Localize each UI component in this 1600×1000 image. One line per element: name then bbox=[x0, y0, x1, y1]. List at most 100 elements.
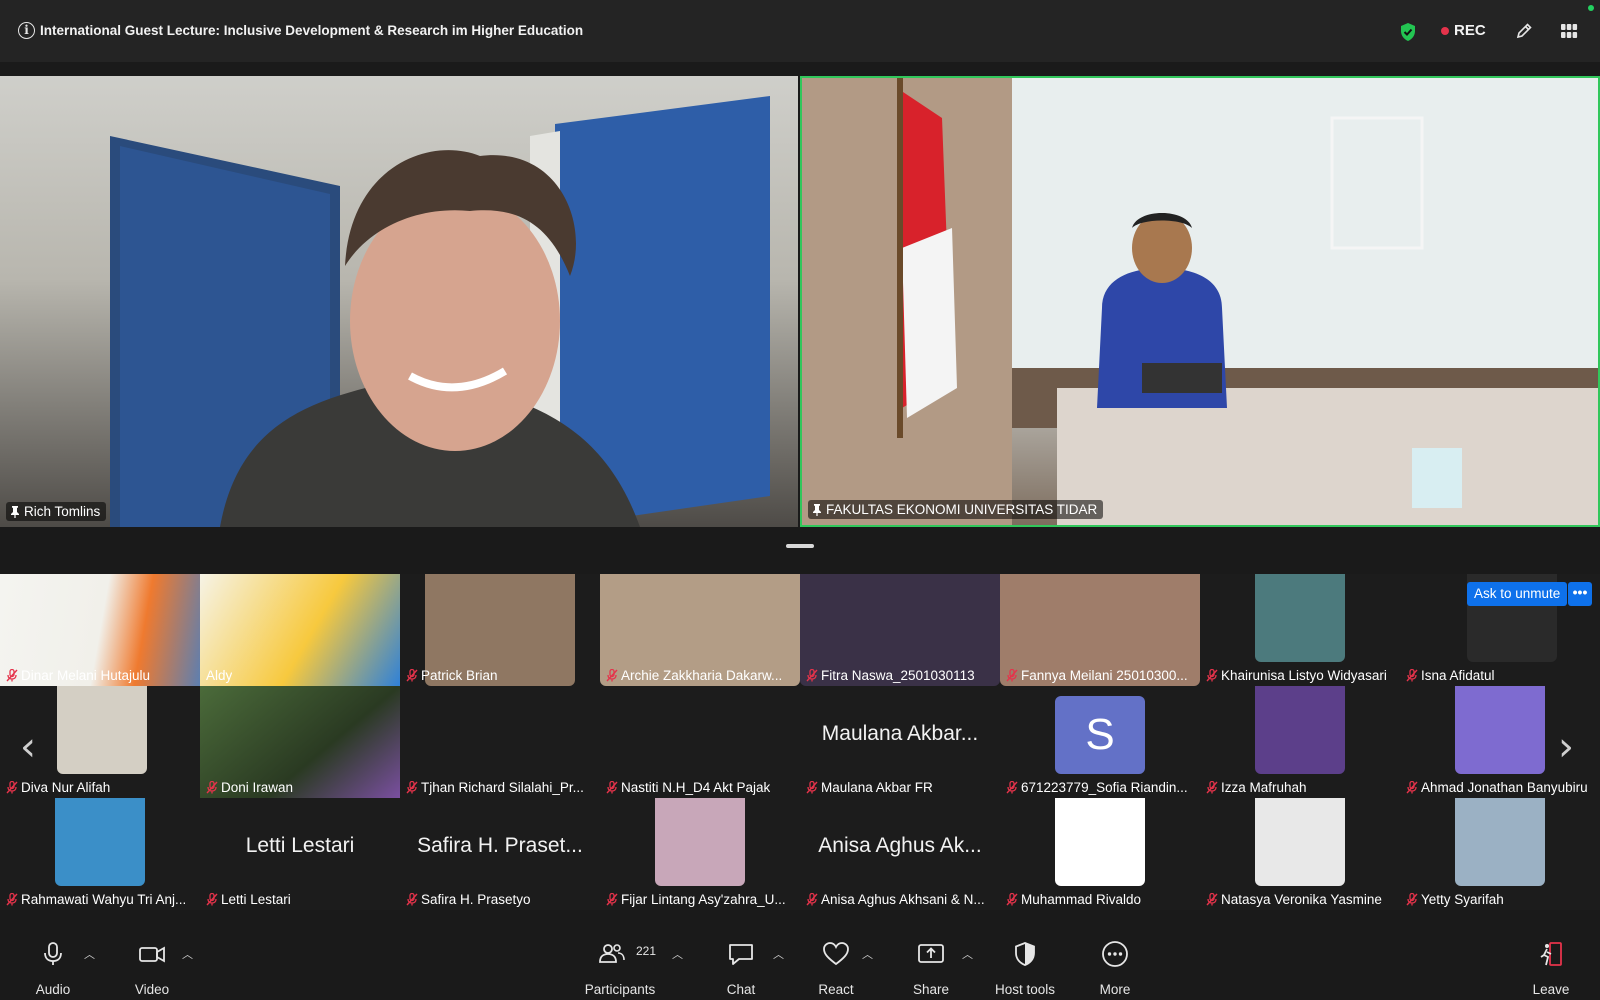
participant-tile[interactable]: Safira H. Praset... Safira H. Prasetyo bbox=[400, 798, 600, 910]
audio-options-caret-icon[interactable]: ︿ bbox=[84, 946, 95, 962]
participant-name: Rich Tomlins bbox=[24, 504, 101, 519]
participant-video bbox=[55, 798, 145, 886]
participant-tile[interactable]: Doni Irawan bbox=[200, 686, 400, 798]
annotate-pen-icon[interactable] bbox=[1515, 22, 1533, 40]
participant-tile[interactable]: Fitra Naswa_2501030113 bbox=[800, 574, 1000, 686]
muted-microphone-icon bbox=[1006, 892, 1018, 906]
audio-button[interactable]: Audio bbox=[28, 910, 78, 1000]
share-options-caret-icon[interactable]: ︿ bbox=[962, 946, 973, 962]
main-video-fakultas-ekonomi[interactable]: FAKULTAS EKONOMI UNIVERSITAS TIDAR bbox=[800, 76, 1600, 527]
participant-tile[interactable]: Natasya Veronika Yasmine bbox=[1200, 798, 1400, 910]
muted-microphone-icon bbox=[6, 780, 18, 794]
tile-more-options-button[interactable]: ••• bbox=[1568, 582, 1592, 606]
avatar: S bbox=[1055, 696, 1145, 774]
gallery-view-icon[interactable] bbox=[1560, 22, 1578, 40]
participants-icon bbox=[599, 944, 625, 963]
participant-tile[interactable]: S 671223779_Sofia Riandin... bbox=[1000, 686, 1200, 798]
recording-indicator[interactable]: REC bbox=[1441, 22, 1486, 39]
name-tag: Fannya Meilani 25010300... bbox=[1006, 668, 1188, 683]
participant-tile[interactable]: Izza Mafruhah bbox=[1200, 686, 1400, 798]
info-icon[interactable]: i bbox=[18, 22, 35, 39]
more-ellipsis-icon bbox=[1102, 941, 1128, 967]
video-button[interactable]: Video bbox=[127, 910, 177, 1000]
muted-microphone-icon bbox=[1406, 780, 1418, 794]
participant-tile[interactable]: Maulana Akbar... Maulana Akbar FR bbox=[800, 686, 1000, 798]
participant-tile[interactable]: Muhammad Rivaldo bbox=[1000, 798, 1200, 910]
security-shield-icon[interactable] bbox=[1399, 22, 1417, 42]
previous-page-arrow-icon[interactable]: ‹ bbox=[20, 724, 36, 770]
participant-video bbox=[1055, 798, 1145, 886]
share-button[interactable]: Share bbox=[906, 910, 956, 1000]
host-tools-label: Host tools bbox=[994, 982, 1056, 997]
participant-tile[interactable]: Dinar Melani Hutajulu bbox=[0, 574, 200, 686]
name-tag: Doni Irawan bbox=[206, 780, 293, 795]
video-label: Video bbox=[134, 982, 170, 997]
participant-tile[interactable]: Yetty Syarifah bbox=[1400, 798, 1600, 910]
more-button[interactable]: More bbox=[1090, 910, 1140, 1000]
share-label: Share bbox=[912, 982, 950, 997]
muted-microphone-icon bbox=[6, 668, 18, 682]
participant-display-name: Safira H. Praset... bbox=[417, 834, 583, 857]
chat-button[interactable]: Chat bbox=[716, 910, 766, 1000]
participant-name: Anisa Aghus Akhsani & N... bbox=[821, 892, 985, 907]
muted-microphone-icon bbox=[606, 780, 618, 794]
name-tag: Isna Afidatul bbox=[1406, 668, 1495, 683]
react-button[interactable]: React bbox=[811, 910, 861, 1000]
muted-microphone-icon bbox=[606, 668, 618, 682]
participant-name: Aldy bbox=[206, 668, 233, 683]
participant-name: Safira H. Prasetyo bbox=[421, 892, 531, 907]
name-tag: Maulana Akbar FR bbox=[806, 780, 933, 795]
participant-name: Yetty Syarifah bbox=[1421, 892, 1504, 907]
participant-tile[interactable]: Khairunisa Listyo Widyasari bbox=[1200, 574, 1400, 686]
participant-name: Maulana Akbar FR bbox=[821, 780, 933, 795]
participant-tile[interactable]: Fijar Lintang Asy'zahra_U... bbox=[600, 798, 800, 910]
participant-tile[interactable]: Letti Lestari Letti Lestari bbox=[200, 798, 400, 910]
participant-display-name: Maulana Akbar... bbox=[821, 722, 979, 745]
name-tag: Yetty Syarifah bbox=[1406, 892, 1504, 907]
next-page-arrow-icon[interactable]: › bbox=[1558, 724, 1574, 770]
name-tag: Dinar Melani Hutajulu bbox=[6, 668, 150, 683]
muted-microphone-icon bbox=[406, 668, 418, 682]
participant-tile[interactable]: Aldy bbox=[200, 574, 400, 686]
meeting-title-bar: i International Guest Lecture: Inclusive… bbox=[0, 0, 1600, 62]
name-tag: Muhammad Rivaldo bbox=[1006, 892, 1141, 907]
participant-tile[interactable]: Anisa Aghus Ak... Anisa Aghus Akhsani & N… bbox=[800, 798, 1000, 910]
participant-tile[interactable]: Rahmawati Wahyu Tri Anj... bbox=[0, 798, 200, 910]
resize-handle[interactable] bbox=[786, 544, 814, 548]
participant-video bbox=[655, 798, 745, 886]
name-tag: Aldy bbox=[206, 668, 232, 683]
participants-options-caret-icon[interactable]: ︿ bbox=[672, 946, 683, 962]
react-options-caret-icon[interactable]: ︿ bbox=[862, 946, 873, 962]
participant-tile[interactable]: Patrick Brian bbox=[400, 574, 600, 686]
name-tag: Natasya Veronika Yasmine bbox=[1206, 892, 1382, 907]
muted-microphone-icon bbox=[806, 780, 818, 794]
heart-icon bbox=[823, 942, 849, 966]
name-tag: Safira H. Prasetyo bbox=[406, 892, 531, 907]
recording-dot-icon bbox=[1441, 26, 1449, 35]
name-tag: Letti Lestari bbox=[206, 892, 291, 907]
pin-icon bbox=[813, 503, 821, 516]
participants-count: 221 bbox=[636, 944, 657, 958]
host-tools-button[interactable]: Host tools bbox=[990, 910, 1060, 1000]
main-video-rich-tomlins[interactable]: Rich Tomlins bbox=[0, 76, 798, 527]
muted-microphone-icon bbox=[406, 892, 418, 906]
video-options-caret-icon[interactable]: ︿ bbox=[182, 946, 193, 962]
chat-options-caret-icon[interactable]: ︿ bbox=[773, 946, 784, 962]
video-camera-icon bbox=[139, 946, 165, 963]
participant-tile[interactable]: Tjhan Richard Silalahi_Pr... bbox=[400, 686, 600, 798]
participant-tile[interactable]: Archie Zakkharia Dakarw... bbox=[600, 574, 800, 686]
participant-tile[interactable]: Nastiti N.H_D4 Akt Pajak bbox=[600, 686, 800, 798]
name-tag: Fitra Naswa_2501030113 bbox=[806, 668, 975, 683]
name-tag: Ahmad Jonathan Banyubiru bbox=[1406, 780, 1588, 795]
name-tag: Rahmawati Wahyu Tri Anj... bbox=[6, 892, 186, 907]
participant-name: Patrick Brian bbox=[421, 668, 498, 683]
participant-name: Fijar Lintang Asy'zahra_U... bbox=[621, 892, 786, 907]
muted-microphone-icon bbox=[1006, 668, 1018, 682]
leave-button[interactable]: Leave bbox=[1526, 910, 1576, 1000]
participant-name: Isna Afidatul bbox=[1421, 668, 1495, 683]
muted-microphone-icon bbox=[206, 892, 218, 906]
ask-to-unmute-button[interactable]: Ask to unmute bbox=[1467, 582, 1568, 606]
participant-name: Dinar Melani Hutajulu bbox=[21, 668, 151, 683]
participant-name: Nastiti N.H_D4 Akt Pajak bbox=[621, 780, 771, 795]
participant-tile[interactable]: Fannya Meilani 25010300... bbox=[1000, 574, 1200, 686]
